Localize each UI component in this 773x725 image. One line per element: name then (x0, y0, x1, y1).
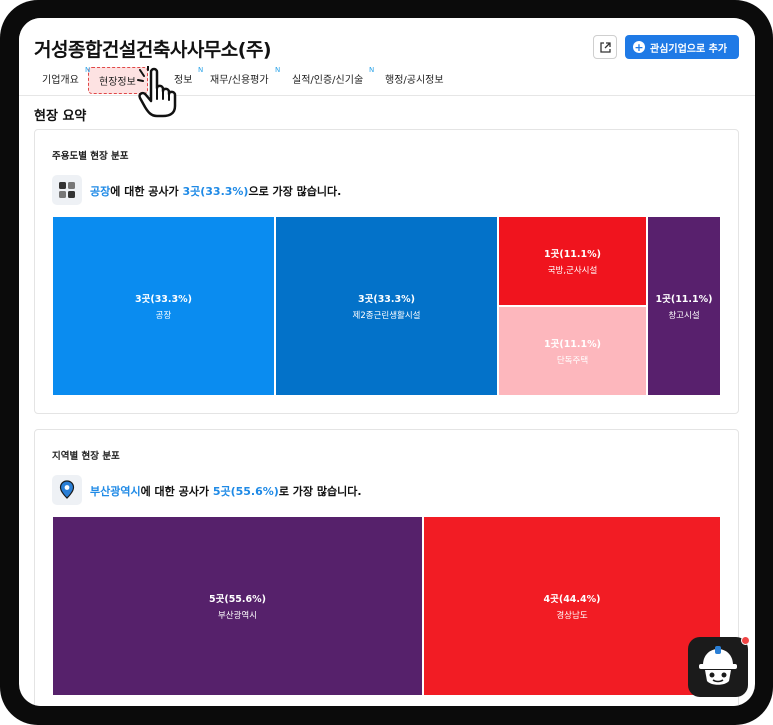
treemap-tile-factory[interactable]: 3곳(33.3%) 공장 (53, 217, 274, 395)
tab-company-overview[interactable]: 기업개요 N (42, 66, 90, 86)
tile-count: 3곳(33.3%) (135, 294, 192, 305)
summary-value: 5곳(55.6%) (212, 485, 279, 498)
usage-summary: 공장에 대한 공사가 3곳(33.3%)으로 가장 많습니다. (90, 183, 341, 199)
summary-tail: 으로 가장 많습니다. (248, 185, 342, 198)
page-title: 거성종합건설건축사사무소(주) (34, 39, 272, 61)
tile-count: 1곳(11.1%) (544, 339, 601, 350)
tile-name: 제2종근린생활시설 (352, 311, 421, 321)
tab-administrative-disclosure[interactable]: 행정/공시정보 (385, 71, 444, 86)
tile-name: 공장 (155, 311, 172, 321)
tile-count: 4곳(44.4%) (543, 594, 601, 605)
treemap-tile-warehouse[interactable]: 1곳(11.1%) 창고시설 (648, 217, 720, 395)
summary-text: 에 대한 공사가 (140, 485, 213, 498)
summary-region: 부산광역시 (90, 485, 141, 498)
tile-count: 1곳(11.1%) (544, 249, 601, 260)
notification-dot (741, 636, 750, 645)
add-to-favorites-label: 관심기업으로 추가 (650, 43, 728, 55)
tile-name: 경상남도 (556, 611, 588, 621)
summary-category: 공장 (90, 185, 111, 198)
share-button[interactable] (593, 35, 617, 59)
treemap-tile-busan[interactable]: 5곳(55.6%) 부산광역시 (53, 517, 422, 695)
grid-icon (59, 182, 75, 198)
summary-tail: 로 가장 많습니다. (278, 485, 362, 498)
category-grid-icon (52, 175, 82, 205)
location-pin-icon (52, 475, 82, 505)
map-pin-icon (59, 480, 75, 499)
tab-label: 재무/신용평가 (210, 75, 269, 86)
tile-name: 국방,군사시설 (547, 266, 598, 276)
section-title: 현장 요약 (34, 109, 87, 124)
add-to-favorites-button[interactable]: + 관심기업으로 추가 (625, 35, 739, 59)
helmet-robot-icon (699, 646, 737, 685)
tile-count: 5곳(55.6%) (209, 594, 266, 605)
tile-count: 3곳(33.3%) (358, 294, 415, 305)
treemap-tile-military-facility[interactable]: 1곳(11.1%) 국방,군사시설 (499, 217, 646, 305)
tab-site-info[interactable]: 현장정보 (99, 73, 136, 88)
card-title: 지역별 현장 분포 (52, 451, 120, 462)
treemap-tile-neighborhood-facility[interactable]: 3곳(33.3%) 제2종근린생활시설 (276, 217, 497, 395)
plus-circle-icon: + (633, 40, 645, 54)
company-header: 거성종합건설건축사사무소(주) + 관심기업으로 추가 현장정보 기업개요 N 정… (19, 18, 755, 118)
tab-label: 기업개요 (42, 75, 79, 86)
tab-finance-credit[interactable]: 재무/신용평가 N (210, 66, 280, 86)
new-badge: N (275, 66, 281, 74)
tile-count: 1곳(11.1%) (655, 294, 713, 305)
external-link-icon (599, 41, 611, 53)
tile-name: 부산광역시 (217, 611, 258, 621)
tile-name: 단독주택 (556, 356, 589, 366)
tile-name: 창고시설 (668, 311, 700, 321)
app-screen: 거성종합건설건축사사무소(주) + 관심기업으로 추가 현장정보 기업개요 N 정… (19, 18, 755, 706)
summary-value: 3곳(33.3%) (182, 185, 249, 198)
tab-label: 행정/공시정보 (385, 75, 444, 86)
tab-label: 실적/인증/신기술 (292, 75, 364, 86)
usage-distribution-card: 주용도별 현장 분포 공장에 대한 공사가 3곳(33.3%)으로 가장 많습니… (34, 129, 739, 414)
region-summary: 부산광역시에 대한 공사가 5곳(55.6%)로 가장 많습니다. (90, 483, 362, 499)
card-title: 주용도별 현장 분포 (52, 151, 129, 162)
summary-text: 에 대한 공사가 (110, 185, 183, 198)
treemap-tile-gyeongnam[interactable]: 4곳(44.4%) 경상남도 (424, 517, 720, 695)
region-distribution-card: 지역별 현장 분포 부산광역시에 대한 공사가 5곳(55.6%)로 가장 많습… (34, 429, 739, 706)
treemap-tile-detached-house[interactable]: 1곳(11.1%) 단독주택 (499, 307, 646, 395)
chatbot-button[interactable] (688, 637, 748, 697)
new-badge: N (85, 66, 91, 74)
new-badge: N (198, 66, 204, 74)
hand-pointer-icon (137, 66, 177, 118)
new-badge: N (369, 66, 375, 74)
tab-performance-certification[interactable]: 실적/인증/신기술 N (292, 66, 374, 86)
device-frame: 거성종합건설건축사사무소(주) + 관심기업으로 추가 현장정보 기업개요 N 정… (0, 0, 773, 725)
